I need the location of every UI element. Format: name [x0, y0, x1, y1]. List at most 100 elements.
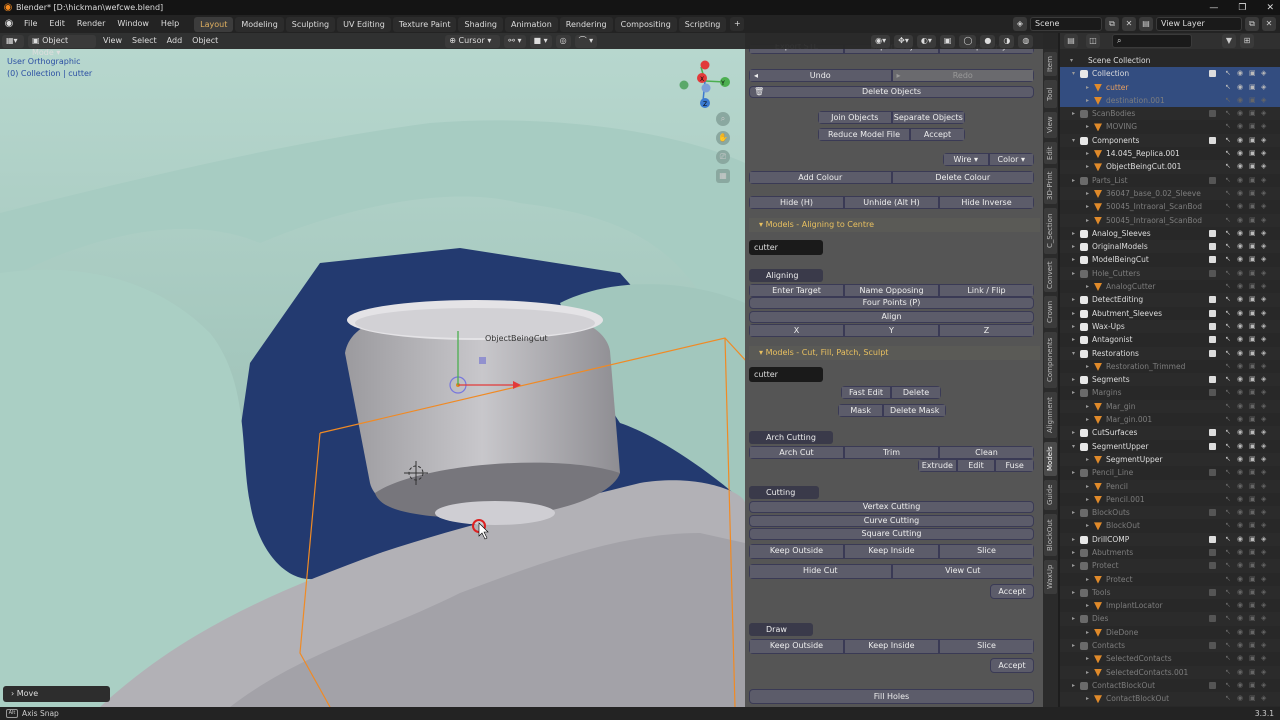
render-camera-icon[interactable]: ▣ [1249, 214, 1256, 227]
render-camera-icon[interactable]: ▣ [1249, 639, 1256, 652]
expand-arrow-icon[interactable]: ▸ [1086, 94, 1089, 107]
select-toggle-icon[interactable]: ↖ [1225, 586, 1231, 599]
eye-icon[interactable]: ◉ [1237, 666, 1243, 679]
outliner-row[interactable]: ▸ Hole_Cutters ↖ ◉ ▣ ◈ [1060, 266, 1280, 281]
workspace-tab-shading[interactable]: Shading [458, 16, 503, 32]
arch-cutting-tool-header[interactable]: Arch Cutting Tool [749, 431, 833, 455]
exclude-checkbox[interactable] [1209, 70, 1216, 78]
render-camera-icon[interactable]: ▣ [1249, 440, 1256, 453]
eye-icon[interactable]: ◉ [1237, 160, 1243, 173]
expand-arrow-icon[interactable]: ▸ [1086, 400, 1089, 413]
viewport-disable-icon[interactable]: ◈ [1261, 320, 1266, 333]
render-camera-icon[interactable]: ▣ [1249, 586, 1256, 599]
tab-view[interactable]: View [1044, 112, 1057, 138]
render-camera-icon[interactable]: ▣ [1249, 453, 1256, 466]
viewport-disable-icon[interactable]: ◈ [1261, 679, 1266, 692]
color-dropdown[interactable]: Color ▾ [988, 153, 1034, 166]
select-toggle-icon[interactable]: ↖ [1225, 227, 1231, 240]
tab-tool[interactable]: Tool [1044, 80, 1057, 108]
render-camera-icon[interactable]: ▣ [1249, 134, 1256, 147]
eye-icon[interactable]: ◉ [1237, 692, 1243, 705]
viewport-disable-icon[interactable]: ◈ [1261, 559, 1266, 572]
zoom-icon[interactable]: ⌕ [716, 112, 730, 126]
outliner-row[interactable]: ▸ Restoration_Trimmed ↖ ◉ ▣ ◈ [1060, 360, 1280, 373]
mask-button[interactable]: Mask [838, 404, 884, 417]
eye-icon[interactable]: ◉ [1237, 413, 1243, 426]
render-camera-icon[interactable]: ▣ [1249, 227, 1256, 240]
render-camera-icon[interactable]: ▣ [1249, 413, 1256, 426]
close-icon[interactable]: ✕ [1266, 3, 1274, 13]
select-toggle-icon[interactable]: ↖ [1225, 692, 1231, 705]
menu-render[interactable]: Render [71, 15, 111, 33]
undo-button[interactable]: ◂ Undo [749, 69, 892, 82]
section-aligning[interactable]: ▾ Models - Aligning to Centre [749, 218, 1040, 232]
mode-dropdown[interactable]: ▣ Object Mode ▾ [28, 34, 96, 57]
outliner-search-input[interactable]: ⌕ [1112, 34, 1192, 48]
outliner-row[interactable]: ▸ 14.045_Replica.001 ↖ ◉ ▣ ◈ [1060, 147, 1280, 160]
eye-icon[interactable]: ◉ [1237, 453, 1243, 466]
render-camera-icon[interactable]: ▣ [1249, 160, 1256, 173]
expand-arrow-icon[interactable]: ▸ [1086, 573, 1089, 586]
select-toggle-icon[interactable]: ↖ [1225, 174, 1231, 187]
outliner-row[interactable]: ▸ ContactBlockOut ↖ ◉ ▣ ◈ [1060, 679, 1280, 692]
exclude-checkbox[interactable] [1209, 535, 1216, 543]
render-camera-icon[interactable]: ▣ [1249, 94, 1256, 107]
viewport-disable-icon[interactable]: ◈ [1261, 626, 1266, 639]
outliner-row[interactable]: ▸ Analog_Sleeves ↖ ◉ ▣ ◈ [1060, 227, 1280, 240]
hide-inverse-button[interactable]: Hide Inverse [939, 196, 1034, 209]
eye-icon[interactable]: ◉ [1237, 493, 1243, 506]
expand-arrow-icon[interactable]: ▸ [1072, 679, 1075, 692]
render-camera-icon[interactable]: ▣ [1249, 107, 1256, 120]
viewport-disable-icon[interactable]: ◈ [1261, 347, 1266, 360]
render-camera-icon[interactable]: ▣ [1249, 67, 1256, 80]
exclude-checkbox[interactable] [1209, 389, 1216, 397]
exclude-checkbox[interactable] [1209, 562, 1216, 570]
select-toggle-icon[interactable]: ↖ [1225, 506, 1231, 519]
align-button[interactable]: Align [749, 311, 1034, 323]
lasso-accept-button[interactable]: Accept [990, 658, 1034, 673]
eye-icon[interactable]: ◉ [1237, 227, 1243, 240]
editor-type-icon[interactable]: ▦▾ [2, 34, 24, 48]
viewport-disable-icon[interactable]: ◈ [1261, 107, 1266, 120]
select-toggle-icon[interactable]: ↖ [1225, 293, 1231, 306]
viewport-disable-icon[interactable]: ◈ [1261, 413, 1266, 426]
delete-objects-button[interactable]: 🗑 Delete Objects [749, 86, 1034, 98]
outliner-row[interactable]: ▸ ObjectBeingCut.001 ↖ ◉ ▣ ◈ [1060, 160, 1280, 174]
exclude-checkbox[interactable] [1209, 336, 1216, 344]
select-toggle-icon[interactable]: ↖ [1225, 519, 1231, 532]
render-camera-icon[interactable]: ▣ [1249, 81, 1256, 94]
outliner-row[interactable]: ▸ BlockOut ↖ ◉ ▣ ◈ [1060, 519, 1280, 532]
outliner-row[interactable]: ▸ Protect ↖ ◉ ▣ ◈ [1060, 573, 1280, 586]
select-toggle-icon[interactable]: ↖ [1225, 679, 1231, 692]
render-camera-icon[interactable]: ▣ [1249, 506, 1256, 519]
eye-icon[interactable]: ◉ [1237, 320, 1243, 333]
edit-button[interactable]: Edit [956, 459, 996, 472]
eye-icon[interactable]: ◉ [1237, 347, 1243, 360]
select-toggle-icon[interactable]: ↖ [1225, 267, 1231, 280]
link-flip-button[interactable]: Link / Flip [939, 284, 1034, 297]
select-toggle-icon[interactable]: ↖ [1225, 187, 1231, 200]
tab-models[interactable]: Models [1044, 442, 1057, 476]
expand-arrow-icon[interactable]: ▸ [1072, 307, 1075, 320]
section-cut[interactable]: ▾ Models - Cut, Fill, Patch, Sculpt [749, 346, 1040, 360]
select-toggle-icon[interactable]: ↖ [1225, 214, 1231, 227]
eye-icon[interactable]: ◉ [1237, 253, 1243, 266]
outliner-row[interactable]: ▸ DetectEditing ↖ ◉ ▣ ◈ [1060, 293, 1280, 307]
viewport-disable-icon[interactable]: ◈ [1261, 94, 1266, 107]
outliner-row[interactable]: ▸ ScanBodies ↖ ◉ ▣ ◈ [1060, 107, 1280, 121]
select-toggle-icon[interactable]: ↖ [1225, 347, 1231, 360]
select-toggle-icon[interactable]: ↖ [1225, 160, 1231, 173]
view-layer-icon[interactable]: ▤ [1139, 17, 1153, 31]
unhide-button[interactable]: Unhide (Alt H) [844, 196, 939, 209]
maximize-icon[interactable]: ❐ [1238, 3, 1246, 13]
workspace-tab-sculpting[interactable]: Sculpting [285, 16, 336, 32]
gizmo-toggle-icon[interactable]: ✥▾ [894, 34, 913, 48]
viewport-disable-icon[interactable]: ◈ [1261, 546, 1266, 559]
viewport-disable-icon[interactable]: ◈ [1261, 333, 1266, 346]
snap-icon[interactable]: ⚯ ▾ [504, 34, 526, 48]
outliner-row[interactable]: ▾ SegmentUpper ↖ ◉ ▣ ◈ [1060, 440, 1280, 453]
viewport-disable-icon[interactable]: ◈ [1261, 386, 1266, 399]
arch-cut-button[interactable]: Arch Cut [749, 446, 844, 459]
outliner-row[interactable]: ▸ Margins ↖ ◉ ▣ ◈ [1060, 386, 1280, 399]
viewport-disable-icon[interactable]: ◈ [1261, 506, 1266, 519]
